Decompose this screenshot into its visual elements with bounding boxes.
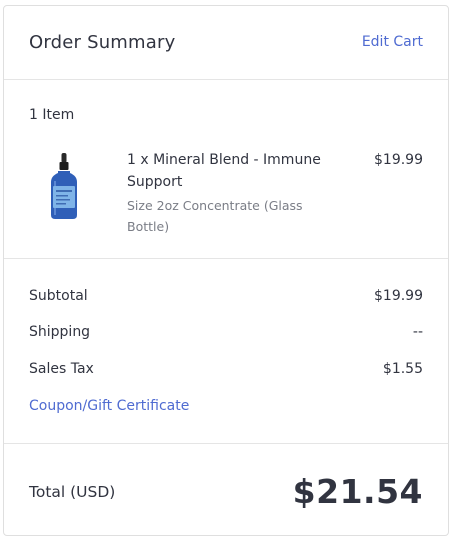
subtotal-label: Subtotal — [29, 288, 88, 304]
product-option: Size 2oz Concentrate (Glass Bottle) — [127, 198, 303, 234]
sales-tax-value: $1.55 — [382, 361, 423, 377]
item-count: 1 Item — [29, 107, 75, 123]
product-price: $19.99 — [374, 152, 423, 168]
total-label: Total (USD) — [29, 483, 116, 501]
divider — [4, 79, 448, 80]
shipping-value: -- — [412, 324, 423, 340]
divider — [4, 443, 448, 444]
sales-tax-label: Sales Tax — [29, 361, 94, 377]
shipping-label: Shipping — [29, 324, 91, 340]
order-summary-card: Order Summary Edit Cart 1 Item 1 x Miner… — [3, 5, 449, 536]
product-name: 1 x Mineral Blend - Immune Support — [127, 152, 321, 190]
bottle-icon — [51, 153, 77, 219]
product-bottle-image[interactable] — [44, 151, 84, 221]
divider — [4, 258, 448, 259]
order-summary-title: Order Summary — [29, 32, 176, 53]
subtotal-value: $19.99 — [374, 288, 423, 304]
coupon-gift-certificate-link[interactable]: Coupon/Gift Certificate — [29, 398, 189, 414]
edit-cart-link[interactable]: Edit Cart — [362, 34, 423, 50]
total-value: $21.54 — [292, 472, 423, 511]
